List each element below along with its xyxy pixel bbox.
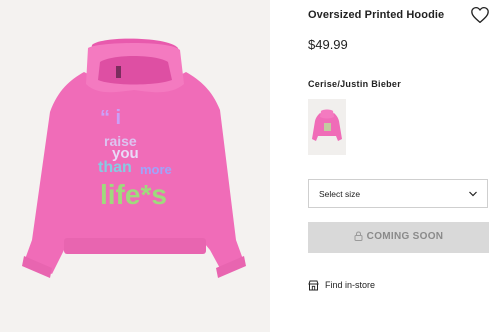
print-quote: “ i (100, 107, 121, 129)
print-life: life*s (100, 179, 167, 210)
product-title: Oversized Printed Hoodie (308, 9, 445, 21)
print-than: than (98, 159, 132, 176)
chevron-down-icon (469, 191, 477, 197)
product-info-panel: Oversized Printed Hoodie $49.99 Cerise/J… (308, 0, 492, 332)
product-price: $49.99 (308, 37, 348, 52)
title-row: Oversized Printed Hoodie (308, 6, 492, 26)
size-select-label: Select size (319, 189, 361, 199)
swatch-hoodie-thumbnail (312, 109, 342, 141)
color-name: Cerise/Justin Bieber (308, 79, 402, 89)
store-icon (308, 280, 319, 290)
hoodie-illustration: “ i raise you more than life*s (22, 38, 246, 278)
coming-soon-button[interactable]: COMING SOON (308, 222, 489, 253)
find-in-store-label: Find in-store (325, 280, 376, 290)
color-swatch[interactable] (308, 99, 346, 155)
coming-soon-label: COMING SOON (366, 230, 444, 242)
print-more: more (140, 162, 172, 177)
lock-icon (354, 231, 363, 242)
size-select[interactable]: Select size (308, 179, 488, 208)
heart-icon[interactable] (470, 6, 490, 24)
find-in-store-link[interactable]: Find in-store (308, 278, 375, 292)
product-image[interactable]: “ i raise you more than life*s (0, 0, 270, 332)
